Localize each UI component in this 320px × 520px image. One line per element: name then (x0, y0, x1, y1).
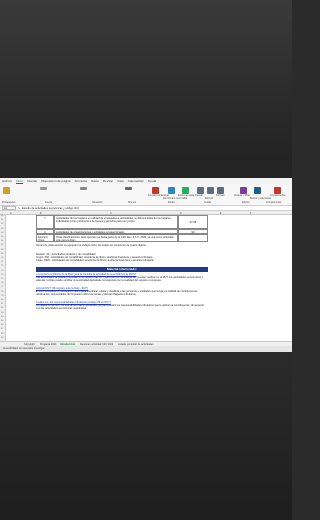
menu-automatizar[interactable]: Automatizar (128, 179, 144, 183)
btn-insert[interactable]: Insertar (195, 195, 203, 197)
formula-input[interactable]: Estudio de actividades económicas y códi… (22, 207, 79, 210)
btn-format-table[interactable]: Dar formato como tabla (163, 198, 187, 200)
menu-vista[interactable]: Vista (117, 179, 124, 183)
row-number[interactable]: 60 (1, 215, 3, 217)
row-number[interactable]: 70 (1, 257, 3, 259)
row-number[interactable]: 61 (1, 219, 3, 221)
menu-insertar[interactable]: Insertar (27, 179, 37, 183)
related-material-header: Material relacionado: (36, 267, 208, 272)
btn-format[interactable]: Formato (216, 195, 225, 197)
row-number[interactable]: 86 (1, 324, 3, 326)
name-box[interactable]: A1 (2, 206, 16, 210)
accessibility-status[interactable]: Accesibilidad: es necesario investigar (3, 347, 45, 350)
digits-paragraph: Dentro de cada sección se agrupan los có… (36, 244, 147, 247)
menu-datos[interactable]: Datos (91, 179, 99, 183)
group-font: Fuente (45, 202, 53, 204)
row-number[interactable]: 74 (1, 274, 3, 276)
addins-icon[interactable] (274, 187, 281, 194)
row-number[interactable]: 65 (1, 236, 3, 238)
delete-icon[interactable] (207, 187, 214, 194)
worksheet[interactable]: 7 Actividades de los hogares en calidad … (6, 215, 292, 341)
row-number[interactable]: 68 (1, 249, 3, 251)
conditional-format-icon[interactable] (152, 187, 159, 194)
row-number[interactable]: 82 (1, 307, 3, 309)
group-editing: Edición (242, 202, 250, 204)
row-number[interactable]: 80 (1, 299, 3, 301)
group-cells: Celdas (204, 202, 212, 204)
row-number[interactable]: 67 (1, 244, 3, 246)
format-icon[interactable] (217, 187, 224, 194)
align-icon[interactable] (80, 187, 87, 190)
status-bar: Accesibilidad: es necesario investigar (0, 346, 292, 352)
menu-archivo[interactable]: Archivo (2, 179, 12, 183)
related-paragraph-2: El RUT constituye el mecanismo único par… (36, 290, 198, 297)
row-number[interactable]: 69 (1, 253, 3, 255)
row7-code[interactable]: 97-98 (178, 215, 208, 229)
format-table-icon[interactable] (168, 187, 175, 194)
row-number[interactable]: 85 (1, 320, 3, 322)
row-number[interactable]: 66 (1, 240, 3, 242)
btn-addins[interactable]: Complementos (270, 195, 285, 197)
group-addins: Complementos (266, 202, 282, 204)
group-styles: Estilos (168, 202, 175, 204)
row-number[interactable]: 78 (1, 291, 3, 293)
row-number[interactable]: 81 (1, 303, 3, 305)
btn-conditional-format[interactable]: Formato condicional (148, 195, 169, 197)
btn-find-select[interactable]: Buscar y seleccionar (250, 198, 271, 200)
row-number[interactable]: 83 (1, 312, 3, 314)
row-number[interactable]: 79 (1, 295, 3, 297)
menu-ayuda[interactable]: Ayuda (148, 179, 156, 183)
related-paragraph-1: Las actividades se pueden consultar en e… (36, 276, 204, 283)
fx-icon: fx (18, 206, 21, 210)
row7-text[interactable]: Actividades de los hogares en calidad de… (54, 215, 178, 229)
row-number[interactable]: 64 (1, 232, 3, 234)
btn-delete[interactable]: Eliminar (205, 198, 213, 200)
font-icon[interactable] (40, 187, 47, 190)
row-number[interactable]: 71 (1, 261, 3, 263)
row-number[interactable]: 75 (1, 278, 3, 280)
row-number[interactable]: 77 (1, 286, 3, 288)
row-number[interactable]: 89 (1, 337, 3, 339)
row-number[interactable]: 63 (1, 228, 3, 230)
btn-cell-styles[interactable]: Estilos de celda (178, 195, 194, 197)
related-paragraph-3: La casilla 53 del RUT es una de las más … (36, 304, 204, 311)
exception-code[interactable] (178, 234, 208, 242)
menu-formulas[interactable]: Fórmulas (75, 179, 88, 183)
find-select-icon[interactable] (254, 187, 261, 194)
exception-text[interactable]: Otras clasificaciones. Este ejercicio es… (54, 234, 178, 242)
row-number[interactable]: 62 (1, 223, 3, 225)
excel-window: Archivo Inicio Insertar Disposición de p… (0, 178, 292, 352)
insert-icon[interactable] (197, 187, 204, 194)
ribbon: Formato condicional Dar formato como tab… (0, 184, 292, 206)
document-area: 7 Actividades de los hogares en calidad … (36, 215, 208, 341)
paste-icon[interactable] (3, 187, 10, 194)
group-number: Número (128, 202, 137, 204)
clase-line: Clase: 6920 - Actividades de contabilida… (36, 259, 155, 262)
menu-revisar[interactable]: Revisar (103, 179, 113, 183)
row-number[interactable]: 76 (1, 282, 3, 284)
desktop-background: Archivo Inicio Insertar Disposición de p… (0, 0, 292, 520)
exception-label[interactable]: Ejercicio Otros (36, 234, 54, 242)
cell-styles-icon[interactable] (182, 187, 189, 194)
menu-inicio[interactable]: Inicio (16, 179, 24, 184)
btn-sort-filter[interactable]: Ordenar y filtrar (234, 195, 250, 197)
menu-disposicion[interactable]: Disposición de página (41, 179, 70, 183)
row-number[interactable]: 72 (1, 265, 3, 267)
sort-filter-icon[interactable] (240, 187, 247, 194)
group-clipboard: Portapapeles (2, 202, 16, 204)
number-format-icon[interactable] (125, 187, 132, 190)
group-alignment: Alineación (92, 202, 103, 204)
row-number[interactable]: 84 (1, 316, 3, 318)
row7-number[interactable]: 7 (36, 215, 54, 229)
row-number[interactable]: 73 (1, 270, 3, 272)
row-number[interactable]: 87 (1, 328, 3, 330)
row-number[interactable]: 88 (1, 333, 3, 335)
